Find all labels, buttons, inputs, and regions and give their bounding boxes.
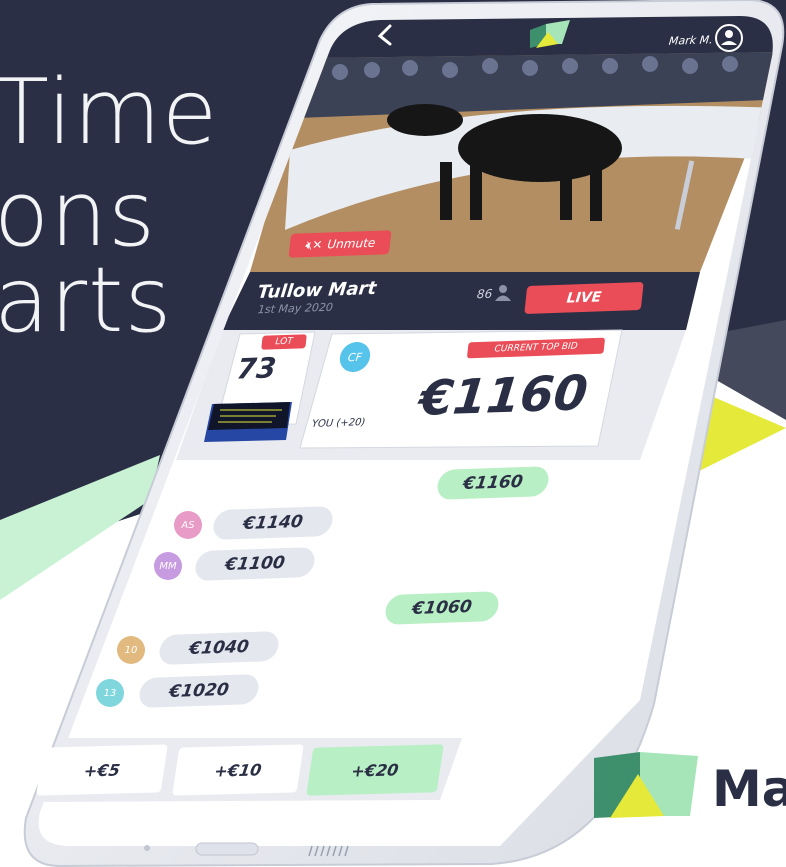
bid-history-item: €1020 xyxy=(137,673,261,709)
bidder-avatar: MM xyxy=(154,552,182,580)
bidder-avatar: AS xyxy=(174,511,202,539)
mart-date: 1st May 2020 xyxy=(257,300,334,317)
speaker-muted-icon: 🔇︎✕ xyxy=(303,237,324,252)
unmute-label: Unmute xyxy=(326,235,377,252)
live-badge: LIVE xyxy=(524,281,644,315)
lot-number: 73 xyxy=(235,351,278,386)
increment-10-button[interactable]: +€10 xyxy=(172,744,304,796)
brand-wordmark: Ma xyxy=(712,760,786,818)
brand-logo-icon xyxy=(594,752,698,818)
unmute-button[interactable]: 🔇︎✕ Unmute xyxy=(288,230,392,258)
increment-20-button[interactable]: +€20 xyxy=(306,744,444,796)
you-increment-label: YOU (+20) xyxy=(311,417,366,430)
bid-history-item: €1100 xyxy=(193,546,317,582)
increment-5-button[interactable]: +€5 xyxy=(36,744,168,796)
bidder-avatar: 13 xyxy=(96,679,124,707)
lot-label: LOT xyxy=(261,334,307,350)
phone xyxy=(23,0,785,867)
bidder-avatar: 10 xyxy=(117,636,145,664)
mart-name: Tullow Mart xyxy=(256,277,378,304)
bid-history-item: €1060 xyxy=(383,591,501,625)
user-name[interactable]: Mark M. xyxy=(668,33,713,48)
bid-history-item: €1160 xyxy=(435,466,551,500)
viewer-count: 86 xyxy=(476,286,494,302)
bid-history-item: €1040 xyxy=(157,630,281,666)
current-top-bid-amount: €1160 xyxy=(416,365,591,427)
bid-history-item: €1140 xyxy=(211,505,335,541)
